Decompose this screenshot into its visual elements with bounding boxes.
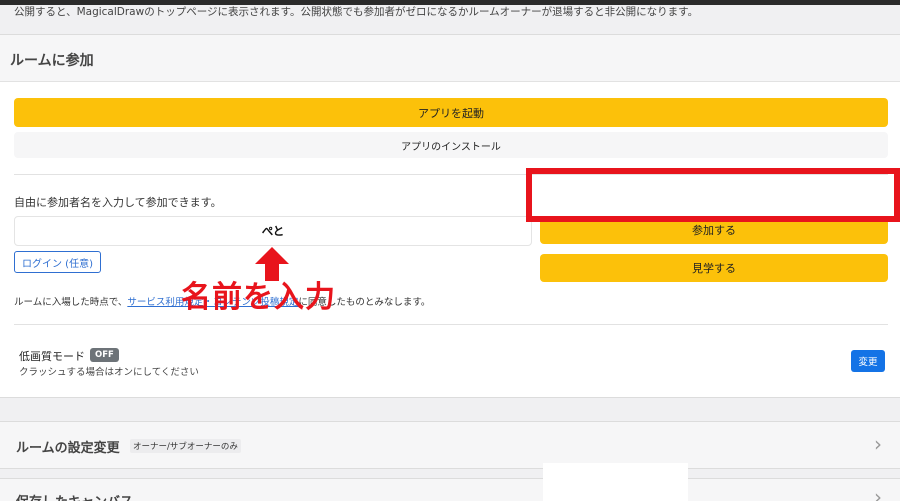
saved-canvas-panel[interactable]: 保存したキャンバス ›	[0, 478, 900, 501]
divider	[14, 324, 888, 325]
publish-note: 公開すると、MagicalDrawのトップページに表示されます。公開状態でも参加…	[14, 6, 699, 18]
low-quality-mode-label: 低画質モード	[19, 350, 85, 363]
saved-canvas-title: 保存したキャンバス	[16, 491, 133, 501]
overlay-patch	[543, 463, 688, 501]
low-quality-hint: クラッシュする場合はオンにしてください	[19, 367, 199, 378]
chevron-right-icon: ›	[874, 432, 882, 456]
watch-button[interactable]: 見学する	[540, 254, 888, 282]
room-settings-panel[interactable]: ルームの設定変更 オーナー/サブオーナーのみ ›	[0, 421, 900, 469]
login-button[interactable]: ログイン (任意)	[14, 251, 101, 273]
annotation-text: 名前を入力	[181, 280, 336, 315]
install-app-button[interactable]: アプリのインストール	[14, 132, 888, 158]
participant-name-input[interactable]	[14, 216, 532, 246]
room-settings-title: ルームの設定変更	[16, 441, 120, 456]
join-panel-header: ルームに参加	[0, 35, 900, 82]
launch-app-button[interactable]: アプリを起動	[14, 98, 888, 127]
join-description: 自由に参加者名を入力して参加できます。	[14, 196, 222, 209]
terms-prefix: ルームに入場した時点で、	[14, 297, 128, 308]
owner-only-badge: オーナー/サブオーナーのみ	[130, 439, 241, 453]
join-panel-title: ルームに参加	[10, 53, 94, 69]
low-quality-status-badge: OFF	[90, 348, 119, 362]
chevron-right-icon: ›	[874, 485, 882, 501]
highlight-frame	[526, 168, 900, 222]
change-button[interactable]: 変更	[851, 350, 885, 372]
